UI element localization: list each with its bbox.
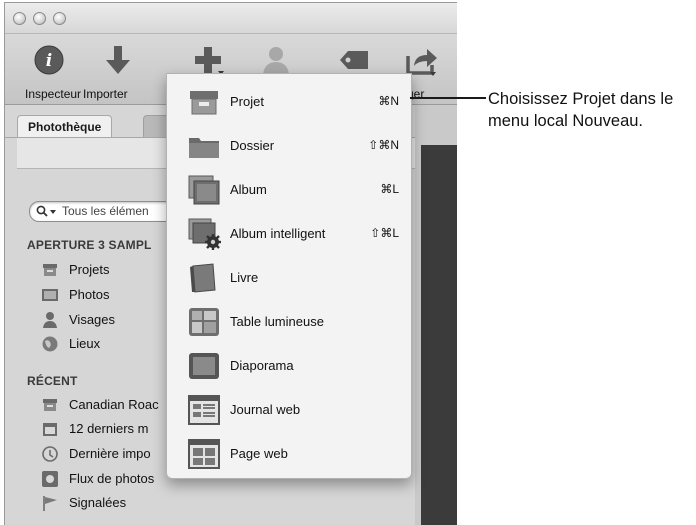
importer-label: Importer <box>83 87 128 101</box>
menu-item-label: Dossier <box>230 138 275 153</box>
person-icon <box>263 47 289 74</box>
sidebar-item-label: 12 derniers m <box>69 421 149 436</box>
inspecteur-label: Inspecteur <box>25 87 82 101</box>
viewer-dark-area <box>421 145 457 525</box>
projects-box-icon <box>43 264 57 276</box>
svg-text:i: i <box>46 51 52 71</box>
menu-item-label: Livre <box>230 270 259 285</box>
callout-leader-line <box>410 97 486 99</box>
project-box-icon <box>190 91 218 115</box>
menu-item-shortcut: ⌘N <box>378 94 399 108</box>
menu-item-album[interactable]: Album ⌘L <box>167 168 411 212</box>
nouveau-popup-menu: Projet ⌘N Dossier ⇧⌘N Album ⌘L Album int… <box>166 73 412 479</box>
title-bar <box>5 3 457 34</box>
menu-item-label: Projet <box>230 94 264 109</box>
plus-icon <box>195 47 224 75</box>
menu-item-label: Album <box>230 182 267 197</box>
photo-stream-icon <box>42 471 58 487</box>
menu-item-album-intelligent[interactable]: Album intelligent ⇧⌘L <box>167 212 411 256</box>
menu-item-shortcut: ⇧⌘N <box>368 138 399 152</box>
sidebar-item-label: Signalées <box>69 495 127 510</box>
book-icon <box>190 263 216 293</box>
light-table-icon <box>189 308 219 336</box>
minimize-window-button[interactable] <box>33 12 46 25</box>
menu-item-page-web[interactable]: Page web <box>167 432 411 476</box>
project-box-icon <box>43 399 57 411</box>
menu-item-label: Page web <box>230 446 288 461</box>
tag-icon <box>340 51 368 69</box>
menu-item-label: Album intelligent <box>230 226 326 241</box>
callout-annotation: Choisissez Projet dans le menu local Nou… <box>488 90 674 130</box>
menu-item-diaporama[interactable]: Diaporama <box>167 344 411 388</box>
faces-person-icon <box>43 312 57 328</box>
menu-item-livre[interactable]: Livre <box>167 256 411 300</box>
photos-icon <box>42 289 58 301</box>
zoom-window-button[interactable] <box>53 12 66 25</box>
close-window-button[interactable] <box>13 12 26 25</box>
importer-button[interactable]: Importer <box>83 40 145 102</box>
sidebar-item-label: Photos <box>69 287 110 302</box>
menu-item-label: Journal web <box>230 402 301 417</box>
sidebar-item-label: Projets <box>69 262 110 277</box>
globe-icon <box>42 336 58 352</box>
sidebar-item-label: Dernière impo <box>69 446 151 461</box>
menu-item-journal-web[interactable]: Journal web <box>167 388 411 432</box>
menu-item-label: Table lumineuse <box>230 314 324 329</box>
menu-item-shortcut: ⌘L <box>380 182 399 196</box>
clock-import-icon <box>42 446 58 462</box>
flag-icon <box>43 496 57 511</box>
menu-item-shortcut: ⇧⌘L <box>370 226 399 240</box>
search-placeholder: Tous les élémen <box>62 204 149 218</box>
library-section-title: APERTURE 3 SAMPL <box>27 238 152 252</box>
inspecteur-button[interactable]: i Inspecteur <box>19 40 82 102</box>
smart-album-gear-icon <box>188 218 221 250</box>
menu-item-label: Diaporama <box>230 358 294 373</box>
search-icon <box>36 205 56 217</box>
share-icon <box>406 49 437 76</box>
menu-item-table-lumineuse[interactable]: Table lumineuse <box>167 300 411 344</box>
slideshow-icon <box>189 353 219 379</box>
calendar-icon <box>43 423 57 436</box>
sidebar-item-label: Canadian Roac <box>69 397 159 412</box>
viewer-panel <box>415 105 457 525</box>
album-icon <box>188 175 220 205</box>
tab-phototheque[interactable]: Photothèque <box>17 115 113 138</box>
sidebar-item-label: Lieux <box>69 336 101 351</box>
download-arrow-icon <box>106 46 130 74</box>
web-page-icon <box>188 439 220 469</box>
folder-icon <box>189 138 219 158</box>
menu-item-dossier[interactable]: Dossier ⇧⌘N <box>167 124 411 168</box>
menu-item-projet[interactable]: Projet ⌘N <box>167 80 411 124</box>
sidebar-item-label: Flux de photos <box>69 471 155 486</box>
web-journal-icon <box>188 395 220 425</box>
recent-section-title: RÉCENT <box>27 374 78 388</box>
sidebar-item-label: Visages <box>69 312 116 327</box>
info-icon: i <box>34 45 64 75</box>
